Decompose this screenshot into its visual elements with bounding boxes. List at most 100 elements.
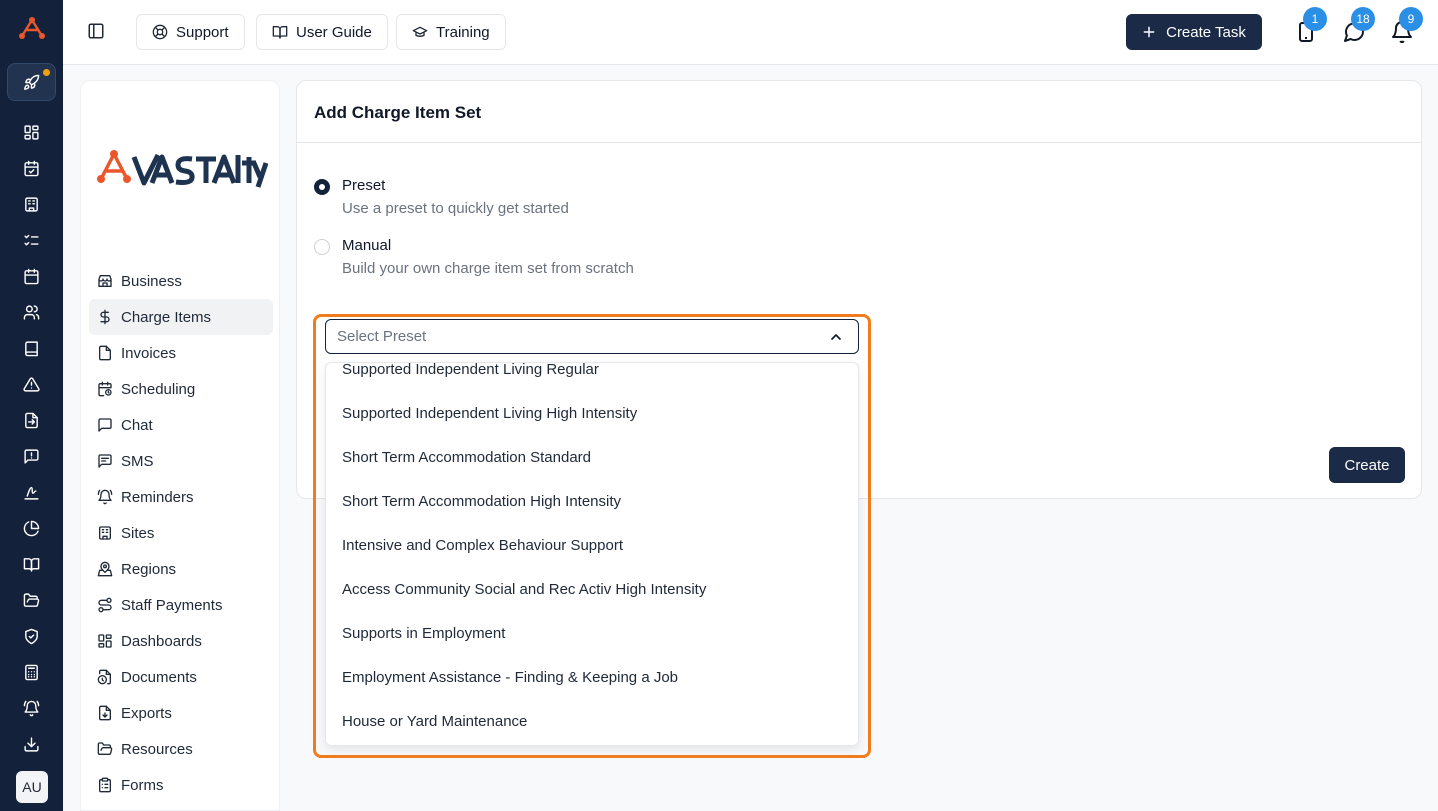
- settings-nav-item-chat[interactable]: Chat: [89, 407, 273, 443]
- dollar-icon: [100, 309, 110, 325]
- rail-item-alert-triangle[interactable]: [0, 366, 63, 402]
- manual-radio[interactable]: [314, 239, 330, 255]
- layout-grid-icon: [98, 634, 112, 648]
- building-icon: [99, 526, 111, 540]
- book-open-icon: [23, 557, 40, 572]
- create-task-button[interactable]: Create Task: [1126, 14, 1262, 50]
- preset-option-item[interactable]: Intensive and Complex Behaviour Support: [326, 523, 858, 567]
- create-button[interactable]: Create: [1329, 447, 1405, 483]
- settings-nav-item-dashboards[interactable]: Dashboards: [89, 623, 273, 659]
- devices-badge: 1: [1303, 7, 1327, 31]
- settings-nav-item-charge-items[interactable]: Charge Items: [89, 299, 273, 335]
- notifications-button[interactable]: 9: [1389, 7, 1423, 45]
- preset-title: Preset: [342, 177, 386, 194]
- settings-nav-label: Reminders: [121, 488, 194, 506]
- settings-nav-item-reminders[interactable]: Reminders: [89, 479, 273, 515]
- download-icon: [24, 736, 39, 752]
- manual-option[interactable]: Manual Build your own charge item set fr…: [314, 237, 634, 277]
- preset-option-item[interactable]: Supports in Employment: [326, 611, 858, 655]
- rail-item-book-open[interactable]: [0, 546, 63, 582]
- notifications-badge: 9: [1399, 7, 1423, 31]
- rail-item-bell-ring[interactable]: [0, 690, 63, 726]
- rail-item-calendar[interactable]: [0, 258, 63, 294]
- signature-icon: [24, 486, 39, 500]
- preset-radio[interactable]: [314, 179, 330, 195]
- settings-nav-item-sites[interactable]: Sites: [89, 515, 273, 551]
- messages-button[interactable]: 18: [1341, 7, 1375, 45]
- rail-item-calculator[interactable]: [0, 654, 63, 690]
- settings-nav-item-staff-payments[interactable]: Staff Payments: [89, 587, 273, 623]
- sidebar-toggle-icon[interactable]: [87, 22, 105, 40]
- graduation-cap-icon: [412, 26, 428, 37]
- bell-ring-icon: [23, 700, 40, 716]
- rail-item-layout-grid[interactable]: [0, 114, 63, 150]
- bell-ring-icon: [97, 489, 113, 505]
- shield-check-icon: [25, 628, 38, 644]
- preset-option[interactable]: Preset Use a preset to quickly get start…: [314, 177, 569, 217]
- preset-option-item[interactable]: Short Term Accommodation High Intensity: [326, 479, 858, 523]
- app-logo-icon[interactable]: [18, 16, 46, 40]
- support-button[interactable]: Support: [136, 14, 245, 50]
- app-rail: AU: [0, 0, 63, 811]
- preset-option-item[interactable]: House or Yard Maintenance: [326, 699, 858, 743]
- devices-button[interactable]: 1: [1293, 7, 1327, 45]
- page-title: Add Charge Item Set: [314, 103, 482, 122]
- rail-item-building[interactable]: [0, 186, 63, 222]
- rail-item-download[interactable]: [0, 726, 63, 762]
- calculator-icon: [25, 664, 38, 680]
- settings-nav-label: Scheduling: [121, 380, 196, 398]
- preset-option-item[interactable]: Access Community Social and Rec Activ Hi…: [326, 567, 858, 611]
- rail-item-calendar-check[interactable]: [0, 150, 63, 186]
- user-guide-button[interactable]: User Guide: [256, 14, 388, 50]
- settings-nav-item-sms[interactable]: SMS: [89, 443, 273, 479]
- avatar[interactable]: AU: [16, 771, 48, 803]
- rail-item-shield-check[interactable]: [0, 618, 63, 654]
- alert-triangle-icon: [23, 376, 40, 392]
- book-icon: [25, 340, 38, 356]
- user-guide-label: User Guide: [296, 23, 372, 41]
- message-square-icon: [98, 418, 112, 432]
- clipboard-list-icon: [99, 777, 111, 793]
- settings-nav-label: Documents: [121, 668, 197, 686]
- rail-item-users[interactable]: [0, 294, 63, 330]
- rail-item-list-checks[interactable]: [0, 222, 63, 258]
- rocket-icon: [24, 74, 40, 90]
- settings-nav-label: Staff Payments: [121, 596, 223, 614]
- preset-description: Use a preset to quickly get started: [342, 200, 569, 217]
- settings-nav-item-scheduling[interactable]: Scheduling: [89, 371, 273, 407]
- rail-item-signature[interactable]: [0, 474, 63, 510]
- rail-item-message-alert[interactable]: [0, 438, 63, 474]
- rail-item-book[interactable]: [0, 330, 63, 366]
- settings-nav-item-exports[interactable]: Exports: [89, 695, 273, 731]
- message-alert-icon: [24, 448, 39, 464]
- settings-nav-label: Regions: [121, 560, 177, 578]
- file-down-icon: [99, 705, 111, 721]
- preset-select-placeholder: Select Preset: [337, 328, 427, 345]
- training-button[interactable]: Training: [396, 14, 506, 50]
- settings-nav-item-business[interactable]: Business: [89, 263, 273, 299]
- settings-nav-item-documents[interactable]: Documents: [89, 659, 273, 695]
- layout-grid-icon: [24, 124, 39, 140]
- rail-item-pie-chart[interactable]: [0, 510, 63, 546]
- rail-item-folder-open[interactable]: [0, 582, 63, 618]
- settings-nav-item-forms[interactable]: Forms: [89, 767, 273, 803]
- settings-nav-item-regions[interactable]: Regions: [89, 551, 273, 587]
- settings-nav: Business Charge Items Invoices Scheduling Ch…: [89, 263, 273, 803]
- preset-option-list: Supported Independent Living Regular Supp…: [326, 363, 858, 743]
- lifebuoy-icon: [152, 24, 168, 40]
- preset-option-item[interactable]: Employment Assistance - Finding & Keepin…: [326, 655, 858, 699]
- settings-nav-label: Charge Items: [121, 308, 212, 326]
- settings-nav-item-invoices[interactable]: Invoices: [89, 335, 273, 371]
- messages-badge: 18: [1351, 7, 1375, 31]
- preset-option-item[interactable]: Supported Independent Living High Intens…: [326, 391, 858, 435]
- book-open-icon: [272, 26, 288, 39]
- preset-select[interactable]: Select Preset: [325, 319, 859, 354]
- preset-dropdown[interactable]: Supported Independent Living Regular Supp…: [325, 362, 859, 746]
- settings-nav-item-resources[interactable]: Resources: [89, 731, 273, 767]
- settings-nav-label: SMS: [121, 452, 154, 470]
- preset-option-item[interactable]: Short Term Accommodation Standard: [326, 435, 858, 479]
- launch-button[interactable]: [7, 63, 56, 101]
- message-text-icon: [98, 454, 112, 468]
- rail-item-file-export[interactable]: [0, 402, 63, 438]
- preset-option-item[interactable]: Supported Independent Living Regular: [326, 363, 858, 391]
